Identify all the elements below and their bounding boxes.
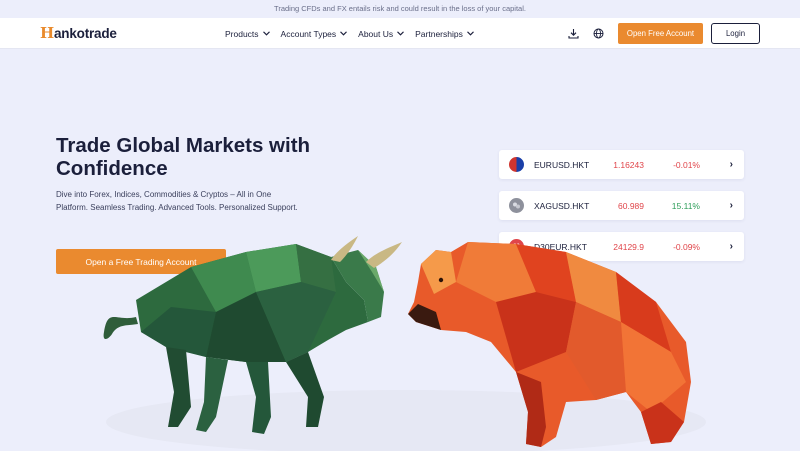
quote-price: 60.989 — [618, 200, 644, 211]
nav-partnerships-label: Partnerships — [415, 28, 463, 39]
open-free-account-button[interactable]: Open Free Account — [618, 23, 703, 44]
download-icon[interactable] — [566, 26, 580, 40]
logo-text: ankotrade — [53, 25, 117, 41]
quote-symbol: XAGUSD.HKT — [534, 200, 590, 211]
nav-account-types-label: Account Types — [280, 28, 337, 39]
chevron-down-icon — [397, 31, 405, 36]
chevron-right-icon: › — [729, 159, 733, 170]
chevron-right-icon: › — [729, 241, 733, 252]
brand-logo[interactable]: Hankotrade — [40, 24, 117, 42]
quote-card-xagusd[interactable]: XAGUSD.HKT 60.989 15.11% › — [499, 191, 744, 220]
quote-change: 15.11% — [671, 200, 700, 211]
risk-warning-bar: Trading CFDs and FX entails risk and cou… — [0, 0, 800, 18]
quote-price: 1.16243 — [613, 159, 644, 170]
chevron-down-icon — [466, 31, 474, 36]
logo-mark: H — [40, 24, 54, 42]
bull-bear-illustration — [103, 236, 706, 451]
globe-icon[interactable] — [591, 26, 605, 40]
nav-products[interactable]: Products — [225, 29, 270, 39]
hero-title: Trade Global Markets with Confidence — [56, 134, 311, 180]
chevron-down-icon — [340, 31, 348, 36]
nav-partnerships[interactable]: Partnerships — [415, 29, 474, 39]
nav-products-label: Products — [225, 28, 259, 39]
quote-symbol: EURUSD.HKT — [534, 159, 590, 170]
nav-about-us[interactable]: About Us — [358, 28, 405, 39]
nav-account-types[interactable]: Account Types — [281, 29, 348, 39]
nav-about-us-label: About Us — [358, 28, 394, 39]
site-header: Hankotrade Products Account Types About … — [0, 18, 800, 49]
risk-warning-text: Trading CFDs and FX entails risk and cou… — [274, 4, 526, 13]
eu-us-flag-icon — [509, 157, 524, 172]
hero-subtitle: Dive into Forex, Indices, Commodities & … — [56, 190, 298, 212]
quote-change: -0.01% — [673, 159, 700, 170]
login-button[interactable]: Login — [711, 23, 760, 44]
silver-icon — [509, 198, 524, 213]
main-nav: Products Account Types About Us Partners… — [225, 18, 474, 49]
chevron-right-icon: › — [729, 200, 733, 211]
quote-card-eurusd[interactable]: EURUSD.HKT 1.16243 -0.01% › — [499, 150, 744, 179]
chevron-down-icon — [262, 31, 270, 36]
